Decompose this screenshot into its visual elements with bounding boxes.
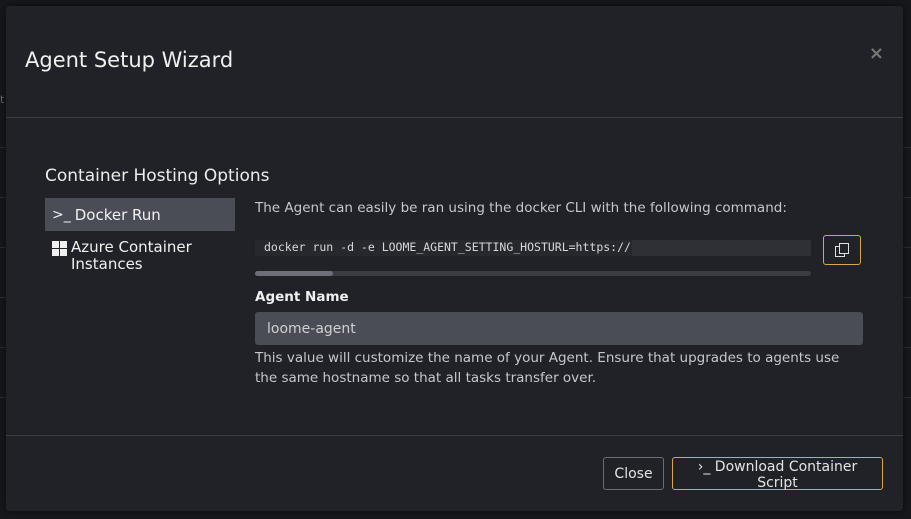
background-glyph: t xyxy=(0,93,5,106)
agent-name-input[interactable] xyxy=(255,312,863,345)
copy-command-button[interactable] xyxy=(823,235,861,265)
download-container-script-button[interactable]: ›_ Download Container Script xyxy=(672,457,883,491)
scrollbar-thumb[interactable] xyxy=(255,271,333,276)
docker-command: docker run -d -e LOOME_AGENT_SETTING_HOS… xyxy=(264,240,631,254)
docker-description: The Agent can easily be ran using the do… xyxy=(255,200,787,216)
windows-icon xyxy=(52,241,67,256)
close-icon[interactable]: × xyxy=(869,44,884,64)
modal-header: Agent Setup Wizard × xyxy=(6,6,903,118)
download-button-label: Download Container Script xyxy=(714,459,858,491)
close-button[interactable]: Close xyxy=(603,457,664,490)
footer-divider xyxy=(6,435,903,436)
terminal-icon: >_ xyxy=(52,206,71,223)
nav-item-label: Docker Run xyxy=(74,205,161,224)
hosting-options-nav: >_ Docker Run Azure Container Instances xyxy=(45,198,235,278)
agent-name-help: This value will customize the name of yo… xyxy=(255,350,840,386)
terminal-icon: ›_ xyxy=(697,459,711,475)
section-title: Container Hosting Options xyxy=(45,166,270,186)
nav-item-docker-run[interactable]: >_ Docker Run xyxy=(45,198,235,231)
nav-item-azure-container-instances[interactable]: Azure Container Instances xyxy=(45,231,235,278)
redacted-host xyxy=(632,240,811,256)
command-scrollbar[interactable] xyxy=(255,271,811,276)
modal-title: Agent Setup Wizard xyxy=(25,48,234,72)
copy-icon xyxy=(835,243,849,257)
nav-item-label: Azure Container Instances xyxy=(71,238,192,273)
command-box[interactable]: docker run -d -e LOOME_AGENT_SETTING_HOS… xyxy=(255,240,811,256)
docker-run-panel: The Agent can easily be ran using the do… xyxy=(255,200,863,386)
agent-setup-modal: Agent Setup Wizard × Container Hosting O… xyxy=(6,6,903,511)
agent-name-label: Agent Name xyxy=(255,289,349,305)
